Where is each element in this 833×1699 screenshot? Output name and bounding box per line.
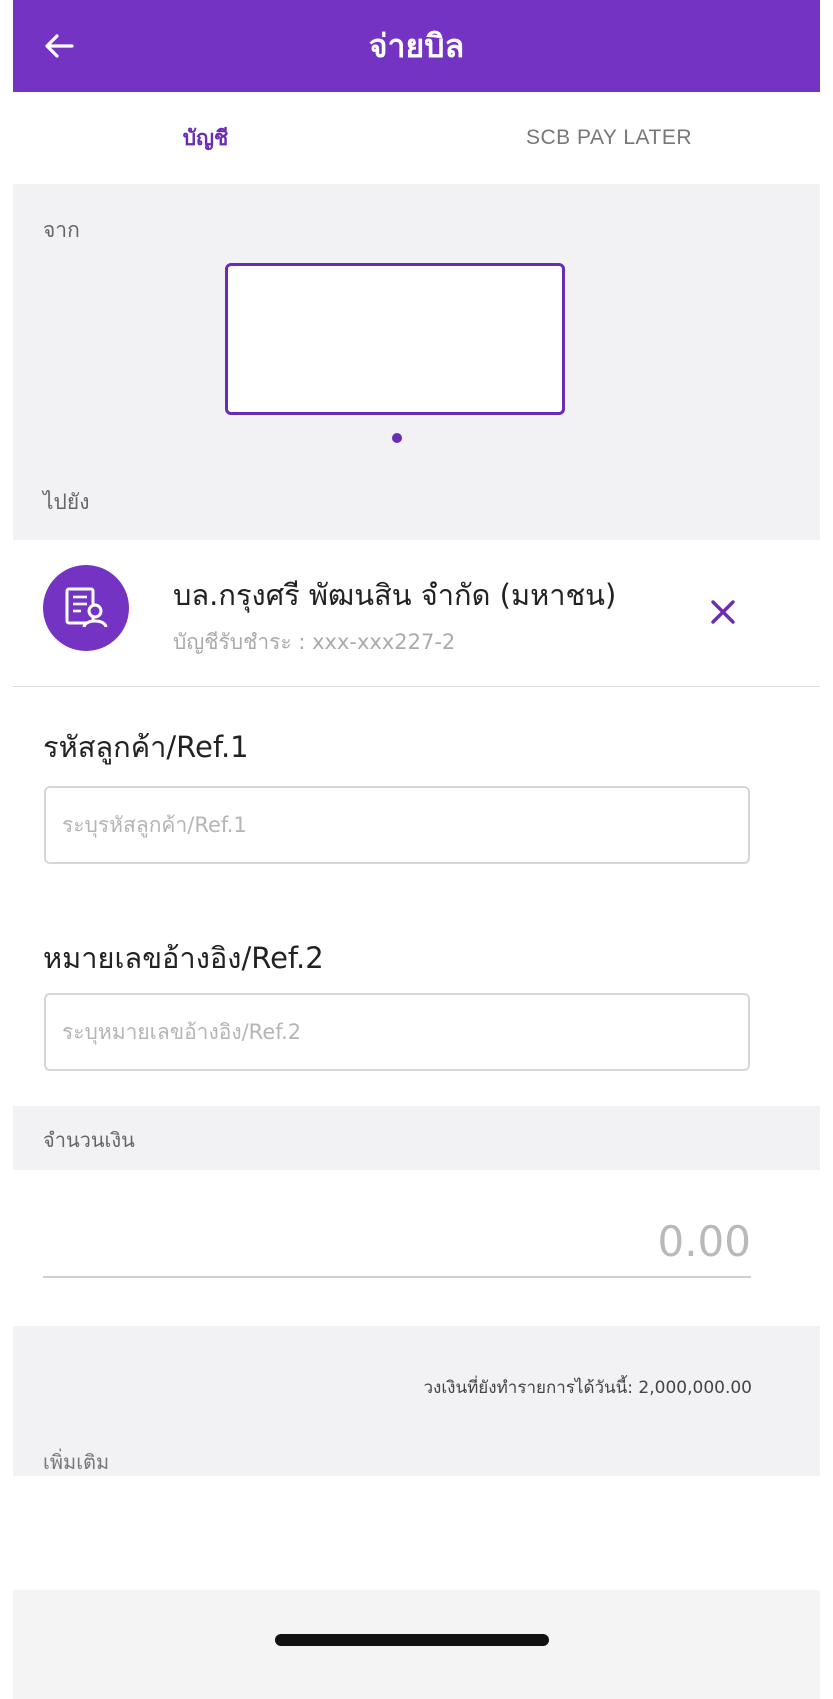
amount-box: [13, 1170, 820, 1326]
payee-account-number: บัญชีรับชำระ : xxx-xxx227-2: [173, 630, 456, 654]
additional-info-row[interactable]: [13, 1476, 820, 1576]
bill-profile-icon: [43, 565, 129, 651]
ref2-input[interactable]: [44, 993, 750, 1071]
bottom-safe-area: [13, 1590, 820, 1699]
tab-account[interactable]: บัญชี: [13, 92, 398, 184]
amount-input[interactable]: [43, 1206, 751, 1278]
from-label: จาก: [43, 218, 80, 242]
remove-payee-button[interactable]: [701, 590, 745, 634]
to-label: ไปยัง: [43, 490, 90, 514]
more-label: เพิ่มเติม: [43, 1450, 110, 1474]
daily-limit-text: วงเงินที่ยังทำรายการได้วันนี้: 2,000,000…: [423, 1378, 752, 1398]
carousel-page-indicator: [392, 433, 402, 443]
from-section: จาก ไปยัง: [13, 184, 820, 540]
ref1-label: รหัสลูกค้า/Ref.1: [43, 730, 249, 764]
ref1-input[interactable]: [44, 786, 750, 864]
source-account-card[interactable]: [225, 263, 565, 415]
close-icon: [711, 600, 735, 624]
amount-label: จำนวนเงิน: [43, 1128, 135, 1152]
payee-name: บล.กรุงศรี พัฒนสิน จำกัด (มหาชน): [173, 578, 617, 612]
tab-bar: บัญชี SCB PAY LATER: [13, 92, 820, 270]
amount-section-header: จำนวนเงิน: [13, 1106, 820, 1170]
payee-row[interactable]: บล.กรุงศรี พัฒนสิน จำกัด (มหาชน) บัญชีรั…: [13, 540, 820, 687]
tab-scb-pay-later[interactable]: SCB PAY LATER: [398, 92, 820, 184]
page-title: จ่ายบิล: [368, 27, 465, 65]
limit-section: วงเงินที่ยังทำรายการได้วันนี้: 2,000,000…: [13, 1326, 820, 1476]
ref2-label: หมายเลขอ้างอิง/Ref.2: [43, 941, 324, 975]
top-app-bar: จ่ายบิล: [13, 0, 820, 92]
home-indicator[interactable]: [275, 1634, 549, 1646]
screen: จ่ายบิล บัญชี SCB PAY LATER จาก ไปยัง บล…: [13, 0, 820, 1699]
